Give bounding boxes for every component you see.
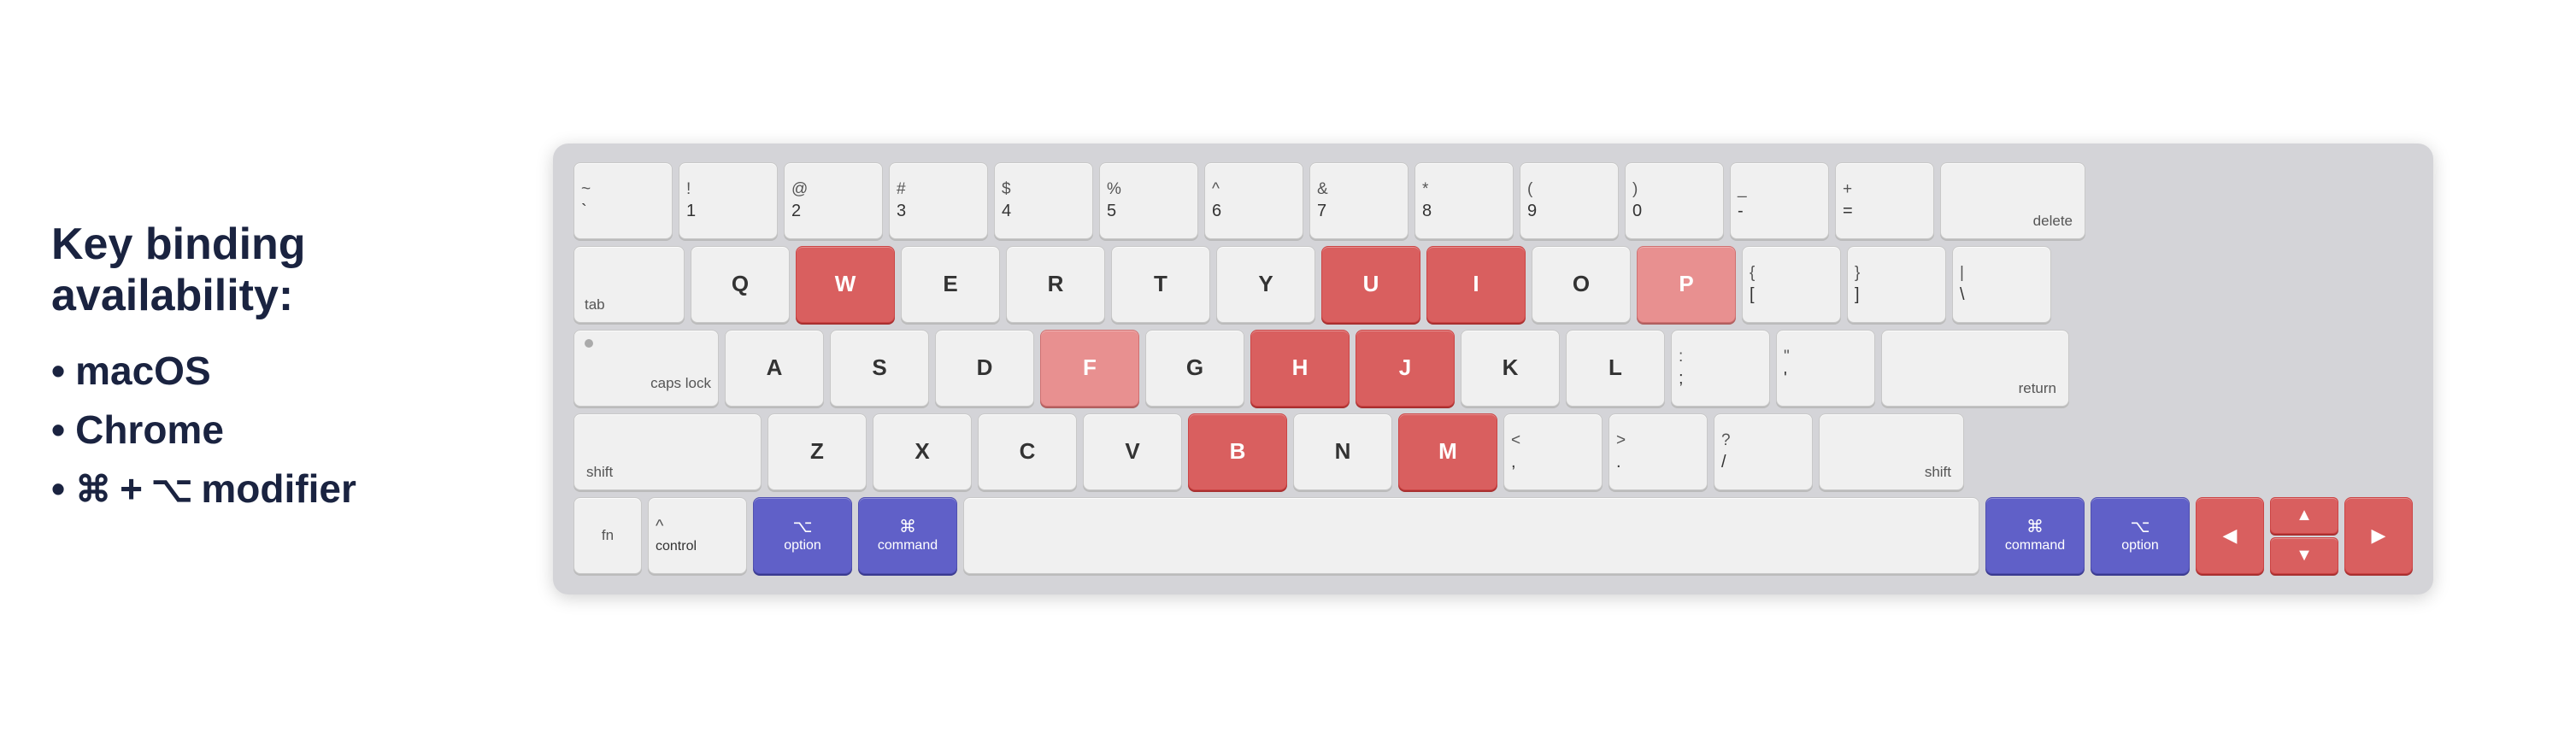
plus-sign: + [120,460,143,518]
chrome-label: Chrome [75,401,224,460]
key-shift-left[interactable]: shift [573,413,762,490]
modifier-line: ⌘ + ⌥ modifier [75,460,356,518]
key-3[interactable]: # 3 [889,162,988,239]
bottom-row: fn ^ control ⌥ option ⌘ command ⌘ [573,497,2413,574]
key-tab[interactable]: tab [573,246,685,323]
key-arrow-right[interactable]: ▶ [2344,497,2413,574]
up-down-stack: ▲ ▼ [2270,497,2338,574]
key-slash[interactable]: ? / [1714,413,1813,490]
modifier-text: modifier [201,460,356,518]
key-7[interactable]: & 7 [1309,162,1409,239]
key-comma[interactable]: < , [1503,413,1603,490]
key-u[interactable]: U [1321,246,1420,323]
key-t[interactable]: T [1111,246,1210,323]
key-9[interactable]: ( 9 [1520,162,1619,239]
key-delete[interactable]: delete [1940,162,2085,239]
key-d[interactable]: D [935,330,1034,407]
key-minus[interactable]: _ - [1730,162,1829,239]
key-return[interactable]: return [1881,330,2069,407]
key-m[interactable]: M [1398,413,1497,490]
number-row: ~ ` ! 1 @ 2 # 3 $ 4 % 5 [573,162,2413,239]
key-bracket-close[interactable]: } ] [1847,246,1946,323]
key-o[interactable]: O [1532,246,1631,323]
key-a[interactable]: A [725,330,824,407]
key-0[interactable]: ) 0 [1625,162,1724,239]
key-bracket-open[interactable]: { [ [1742,246,1841,323]
key-option-left[interactable]: ⌥ option [753,497,852,574]
arrow-cluster: ◀ ▲ ▼ ▶ [2196,497,2413,574]
key-q[interactable]: Q [691,246,790,323]
page-title: Key binding availability: [51,220,427,322]
key-backtick[interactable]: ~ ` [573,162,673,239]
key-space[interactable] [963,497,1979,574]
key-e[interactable]: E [901,246,1000,323]
key-semicolon[interactable]: : ; [1671,330,1770,407]
list-item-macos: macOS [51,342,427,401]
key-control[interactable]: ^ control [648,497,747,574]
key-w[interactable]: W [796,246,895,323]
key-z[interactable]: Z [768,413,867,490]
key-s[interactable]: S [830,330,929,407]
key-p[interactable]: P [1637,246,1736,323]
keyboard: ~ ` ! 1 @ 2 # 3 $ 4 % 5 [553,144,2433,594]
macos-label: macOS [75,342,211,401]
key-6[interactable]: ^ 6 [1204,162,1303,239]
key-2[interactable]: @ 2 [784,162,883,239]
caps-lock-led [585,339,593,348]
availability-list: macOS Chrome ⌘ + ⌥ modifier [51,342,427,518]
key-quote[interactable]: " ' [1776,330,1875,407]
opt-symbol: ⌥ [151,462,192,516]
key-8[interactable]: * 8 [1414,162,1514,239]
cmd-symbol: ⌘ [75,462,111,516]
key-command-right[interactable]: ⌘ command [1985,497,2085,574]
key-5[interactable]: % 5 [1099,162,1198,239]
key-n[interactable]: N [1293,413,1392,490]
zxcv-row: shift Z X C V B N M < [573,413,2413,490]
key-h[interactable]: H [1250,330,1350,407]
key-j[interactable]: J [1356,330,1455,407]
key-y[interactable]: Y [1216,246,1315,323]
key-b[interactable]: B [1188,413,1287,490]
key-arrow-left[interactable]: ◀ [2196,497,2264,574]
key-caps-lock[interactable]: caps lock [573,330,719,407]
key-period[interactable]: > . [1609,413,1708,490]
key-c[interactable]: C [978,413,1077,490]
key-k[interactable]: K [1461,330,1560,407]
key-i[interactable]: I [1426,246,1526,323]
key-x[interactable]: X [873,413,972,490]
key-1[interactable]: ! 1 [679,162,778,239]
key-arrow-down[interactable]: ▼ [2270,537,2338,574]
key-option-right[interactable]: ⌥ option [2091,497,2190,574]
key-4[interactable]: $ 4 [994,162,1093,239]
key-equals[interactable]: + = [1835,162,1934,239]
qwerty-row: tab Q W E R T Y U I [573,246,2413,323]
key-v[interactable]: V [1083,413,1182,490]
key-fn[interactable]: fn [573,497,642,574]
key-backslash[interactable]: | \ [1952,246,2051,323]
key-f[interactable]: F [1040,330,1139,407]
left-panel: Key binding availability: macOS Chrome ⌘… [51,220,462,519]
list-item-modifier: ⌘ + ⌥ modifier [51,460,427,518]
key-command-left[interactable]: ⌘ command [858,497,957,574]
key-l[interactable]: L [1566,330,1665,407]
key-shift-right[interactable]: shift [1819,413,1964,490]
key-g[interactable]: G [1145,330,1244,407]
keyboard-wrap: ~ ` ! 1 @ 2 # 3 $ 4 % 5 [462,144,2525,594]
list-item-chrome: Chrome [51,401,427,460]
asdf-row: caps lock A S D F G H J [573,330,2413,407]
key-r[interactable]: R [1006,246,1105,323]
key-arrow-up[interactable]: ▲ [2270,497,2338,534]
